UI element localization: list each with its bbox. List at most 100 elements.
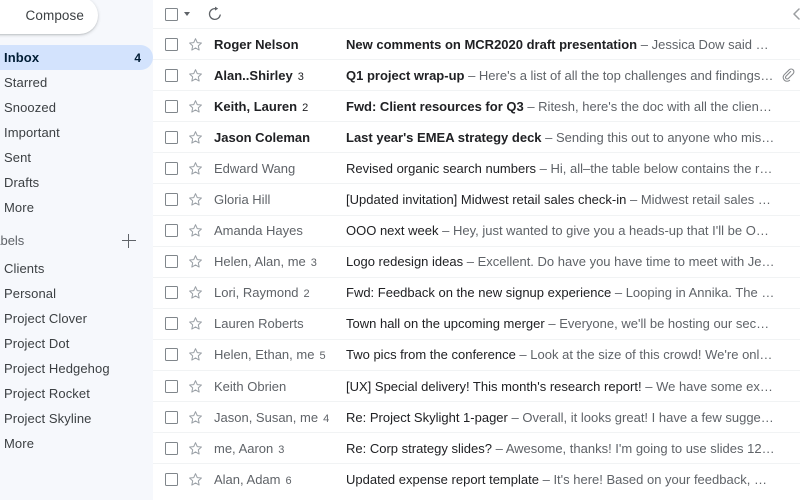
sidebar-item-drafts[interactable]: Drafts [0, 170, 153, 195]
email-snippet: Midwest retail sales check-in @ Tu… [640, 192, 781, 208]
row-checkbox[interactable] [165, 99, 178, 113]
subject-snippet-separator: – [538, 471, 554, 487]
sidebar-label-project-rocket[interactable]: Project Rocket [0, 381, 153, 406]
email-snippet: We have some exciting stuff to sh… [656, 378, 781, 394]
star-icon[interactable] [188, 441, 203, 456]
subject-snippet-separator: – [507, 409, 523, 425]
sidebar-label-personal[interactable]: Personal [0, 281, 153, 306]
sidebar-item-important[interactable]: Important [0, 120, 153, 145]
sender-name: Roger Nelson [214, 36, 299, 52]
sidebar-item-more[interactable]: More [0, 195, 153, 220]
subject-snippet-separator: – [641, 378, 657, 394]
sender-name: Alan..Shirley [214, 67, 293, 83]
sidebar-label-project-dot[interactable]: Project Dot [0, 331, 153, 356]
email-subject: Two pics from the conference [346, 347, 516, 363]
add-label-icon[interactable] [121, 233, 137, 249]
star-icon[interactable] [188, 99, 203, 114]
email-row[interactable]: Keith, Lauren 2 Fwd: Client resources for … [153, 90, 800, 122]
sender-cell: Jason, Susan, me 4 [214, 410, 346, 425]
subject-snippet-separator: – [611, 285, 626, 301]
row-checkbox[interactable] [165, 441, 178, 455]
sidebar-item-snoozed[interactable]: Snoozed [0, 95, 153, 120]
email-row[interactable]: Amanda Hayes OOO next week – Hey, just wa… [153, 214, 800, 246]
email-snippet: Overall, it looks great! I have a few su… [522, 409, 781, 425]
row-checkbox[interactable] [165, 379, 178, 393]
email-snippet: Looping in Annika. The feedback we've… [625, 285, 781, 301]
star-icon[interactable] [188, 223, 203, 238]
star-icon[interactable] [188, 410, 203, 425]
email-row[interactable]: me, Aaron 3 Re: Corp strategy slides? – Aw… [153, 432, 800, 464]
email-row[interactable]: Helen, Ethan, me 5 Two pics from the confe… [153, 338, 800, 371]
star-icon[interactable] [188, 285, 203, 300]
sidebar-item-label: Sent [4, 150, 32, 165]
subject-snippet-separator: – [541, 129, 557, 145]
star-icon[interactable] [188, 347, 203, 362]
message-cell: Fwd: Feedback on the new signup experien… [346, 285, 781, 300]
subject-snippet-separator: – [544, 316, 560, 332]
star-icon[interactable] [188, 316, 203, 331]
sidebar-label-project-hedgehog[interactable]: Project Hedgehog [0, 356, 153, 381]
sidebar-label-project-skyline[interactable]: Project Skyline [0, 406, 153, 431]
email-row[interactable]: Helen, Alan, me 3 Logo redesign ideas – Ex… [153, 245, 800, 277]
row-checkbox[interactable] [165, 317, 178, 331]
email-subject: [Updated invitation] Midwest retail sale… [346, 192, 627, 208]
star-icon[interactable] [188, 379, 203, 394]
email-row[interactable]: Jason, Susan, me 4 Re: Project Skylight 1-… [153, 401, 800, 433]
star-icon[interactable] [188, 68, 203, 83]
row-checkbox[interactable] [165, 255, 178, 269]
star-icon[interactable] [188, 130, 203, 145]
message-cell: OOO next week – Hey, just wanted to give… [346, 223, 781, 238]
chevron-left-icon[interactable] [790, 7, 800, 21]
select-all-checkbox[interactable] [165, 7, 178, 21]
compose-button[interactable]: Compose [0, 0, 98, 34]
email-row[interactable]: Roger Nelson New comments on MCR2020 draf… [153, 28, 800, 60]
email-row[interactable]: Gloria Hill [Updated invitation] Midwest … [153, 183, 800, 215]
email-subject: [UX] Special delivery! This month's rese… [346, 378, 642, 394]
row-checkbox[interactable] [165, 348, 178, 362]
email-row[interactable]: Alan..Shirley 3 Q1 project wrap-up – Here'… [153, 59, 800, 91]
row-checkbox[interactable] [165, 224, 178, 238]
message-cell: Updated expense report template – It's h… [346, 472, 781, 487]
sidebar-item-starred[interactable]: Starred [0, 70, 153, 95]
row-checkbox[interactable] [165, 286, 178, 300]
email-snippet: Here's a list of all the top challenges … [478, 67, 781, 83]
email-row[interactable]: Lori, Raymond 2 Fwd: Feedback on the new s… [153, 276, 800, 308]
sidebar-item-sent[interactable]: Sent [0, 145, 153, 170]
star-icon[interactable] [188, 37, 203, 52]
row-checkbox[interactable] [165, 410, 178, 424]
sender-name: Keith, Lauren [214, 98, 298, 114]
star-icon[interactable] [188, 472, 203, 487]
row-checkbox[interactable] [165, 130, 178, 144]
sidebar-label-more[interactable]: More [0, 431, 153, 456]
email-row[interactable]: Lauren Roberts Town hall on the upcoming … [153, 307, 800, 339]
sender-name: Helen, Ethan, me [214, 347, 315, 363]
star-icon[interactable] [188, 192, 203, 207]
email-row[interactable]: Jason Coleman Last year's EMEA strategy d… [153, 121, 800, 153]
sender-name: Edward Wang [214, 160, 296, 176]
star-icon[interactable] [188, 254, 203, 269]
row-checkbox[interactable] [165, 193, 178, 207]
row-checkbox[interactable] [165, 161, 178, 175]
sidebar-label-text: Project Dot [4, 336, 70, 351]
email-row[interactable]: Keith Obrien [UX] Special delivery! This … [153, 370, 800, 402]
row-checkbox[interactable] [165, 37, 178, 51]
chevron-down-icon[interactable] [184, 12, 190, 16]
star-icon[interactable] [188, 161, 203, 176]
thread-count: 6 [285, 474, 292, 487]
row-checkbox[interactable] [165, 472, 178, 486]
sidebar-label-clients[interactable]: Clients [0, 256, 153, 281]
sender-name: Lauren Roberts [214, 316, 304, 332]
sidebar-item-label: Starred [4, 75, 48, 90]
sidebar-item-inbox[interactable]: Inbox 4 [0, 45, 153, 70]
sidebar-label-project-clover[interactable]: Project Clover [0, 306, 153, 331]
sender-cell: Roger Nelson [214, 37, 346, 52]
sender-cell: Alan..Shirley 3 [214, 68, 346, 83]
attachment-icon [781, 68, 796, 83]
sender-cell: Helen, Ethan, me 5 [214, 347, 346, 362]
refresh-icon[interactable] [207, 6, 223, 22]
sidebar-item-label: Inbox [4, 50, 40, 65]
email-subject: Re: Project Skylight 1-pager [346, 409, 508, 425]
email-row[interactable]: Edward Wang Revised organic search number… [153, 152, 800, 184]
email-row[interactable]: Alan, Adam 6 Updated expense report templa… [153, 463, 800, 495]
row-checkbox[interactable] [165, 68, 178, 82]
